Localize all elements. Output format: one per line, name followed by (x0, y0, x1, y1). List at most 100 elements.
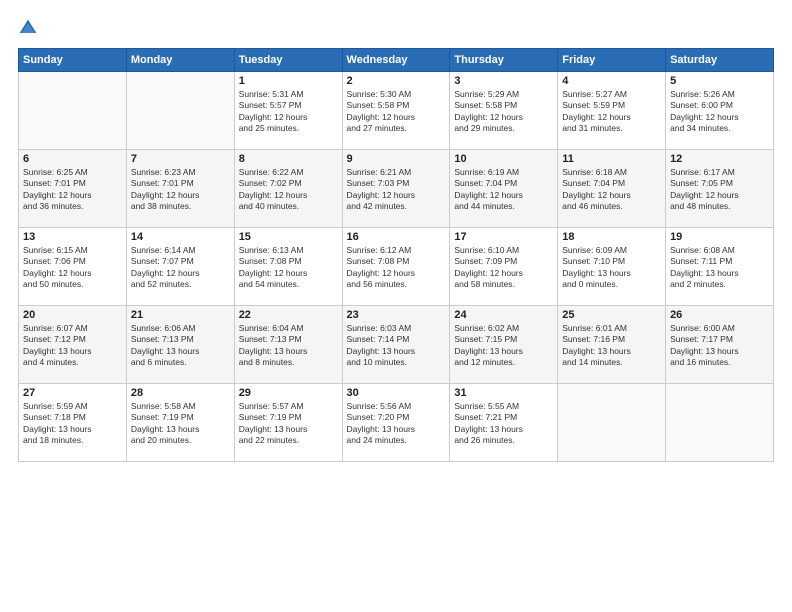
cell-content: Sunrise: 6:09 AM Sunset: 7:10 PM Dayligh… (562, 245, 661, 291)
day-number: 17 (454, 231, 553, 243)
day-number: 9 (347, 153, 446, 165)
calendar-table: SundayMondayTuesdayWednesdayThursdayFrid… (18, 48, 774, 462)
weekday-saturday: Saturday (666, 49, 774, 72)
cell-content: Sunrise: 6:03 AM Sunset: 7:14 PM Dayligh… (347, 323, 446, 369)
day-number: 20 (23, 309, 122, 321)
calendar-week-5: 27 Sunrise: 5:59 AM Sunset: 7:18 PM Dayli… (19, 384, 774, 462)
calendar-cell: 5 Sunrise: 5:26 AM Sunset: 6:00 PM Daylig… (666, 72, 774, 150)
day-number: 8 (239, 153, 338, 165)
calendar-cell: 23Sunrise: 6:03 AM Sunset: 7:14 PM Dayli… (342, 306, 450, 384)
calendar-cell: 29 Sunrise: 5:57 AM Sunset: 7:19 PM Dayli… (234, 384, 342, 462)
calendar-cell: 15 Sunrise: 6:13 AM Sunset: 7:08 PM Dayli… (234, 228, 342, 306)
logo (18, 18, 42, 38)
calendar-cell: 6 Sunrise: 6:25 AM Sunset: 7:01 PM Daylig… (19, 150, 127, 228)
weekday-thursday: Thursday (450, 49, 558, 72)
day-number: 2 (347, 75, 446, 87)
calendar-cell: 7 Sunrise: 6:23 AM Sunset: 7:01 PM Daylig… (126, 150, 234, 228)
calendar-week-3: 13 Sunrise: 6:15 AM Sunset: 7:06 PM Dayli… (19, 228, 774, 306)
day-number: 16 (347, 231, 446, 243)
cell-content: Sunrise: 5:30 AM Sunset: 5:58 PM Dayligh… (347, 89, 446, 135)
weekday-monday: Monday (126, 49, 234, 72)
day-number: 29 (239, 387, 338, 399)
day-number: 31 (454, 387, 553, 399)
cell-content: Sunrise: 6:06 AM Sunset: 7:13 PM Dayligh… (131, 323, 230, 369)
calendar-cell: 8 Sunrise: 6:22 AM Sunset: 7:02 PM Daylig… (234, 150, 342, 228)
calendar-cell (558, 384, 666, 462)
cell-content: Sunrise: 6:15 AM Sunset: 7:06 PM Dayligh… (23, 245, 122, 291)
calendar-cell: 12 Sunrise: 6:17 AM Sunset: 7:05 PM Dayli… (666, 150, 774, 228)
day-number: 14 (131, 231, 230, 243)
cell-content: Sunrise: 6:13 AM Sunset: 7:08 PM Dayligh… (239, 245, 338, 291)
calendar-cell: 9Sunrise: 6:21 AM Sunset: 7:03 PM Daylig… (342, 150, 450, 228)
cell-content: Sunrise: 5:57 AM Sunset: 7:19 PM Dayligh… (239, 401, 338, 447)
calendar-cell (666, 384, 774, 462)
calendar-cell: 1 Sunrise: 5:31 AM Sunset: 5:57 PM Daylig… (234, 72, 342, 150)
cell-content: Sunrise: 5:31 AM Sunset: 5:57 PM Dayligh… (239, 89, 338, 135)
cell-content: Sunrise: 6:19 AM Sunset: 7:04 PM Dayligh… (454, 167, 553, 213)
cell-content: Sunrise: 6:12 AM Sunset: 7:08 PM Dayligh… (347, 245, 446, 291)
calendar-cell: 22 Sunrise: 6:04 AM Sunset: 7:13 PM Dayli… (234, 306, 342, 384)
cell-content: Sunrise: 6:02 AM Sunset: 7:15 PM Dayligh… (454, 323, 553, 369)
day-number: 15 (239, 231, 338, 243)
day-number: 10 (454, 153, 553, 165)
day-number: 7 (131, 153, 230, 165)
calendar-cell: 4Sunrise: 5:27 AM Sunset: 5:59 PM Daylig… (558, 72, 666, 150)
cell-content: Sunrise: 5:58 AM Sunset: 7:19 PM Dayligh… (131, 401, 230, 447)
cell-content: Sunrise: 6:04 AM Sunset: 7:13 PM Dayligh… (239, 323, 338, 369)
cell-content: Sunrise: 5:59 AM Sunset: 7:18 PM Dayligh… (23, 401, 122, 447)
day-number: 13 (23, 231, 122, 243)
cell-content: Sunrise: 6:17 AM Sunset: 7:05 PM Dayligh… (670, 167, 769, 213)
cell-content: Sunrise: 6:01 AM Sunset: 7:16 PM Dayligh… (562, 323, 661, 369)
calendar-page: SundayMondayTuesdayWednesdayThursdayFrid… (0, 0, 792, 612)
calendar-cell: 13 Sunrise: 6:15 AM Sunset: 7:06 PM Dayli… (19, 228, 127, 306)
weekday-wednesday: Wednesday (342, 49, 450, 72)
day-number: 6 (23, 153, 122, 165)
cell-content: Sunrise: 6:07 AM Sunset: 7:12 PM Dayligh… (23, 323, 122, 369)
cell-content: Sunrise: 6:22 AM Sunset: 7:02 PM Dayligh… (239, 167, 338, 213)
calendar-cell: 16 Sunrise: 6:12 AM Sunset: 7:08 PM Dayli… (342, 228, 450, 306)
day-number: 25 (562, 309, 661, 321)
calendar-cell: 14Sunrise: 6:14 AM Sunset: 7:07 PM Dayli… (126, 228, 234, 306)
calendar-cell: 26Sunrise: 6:00 AM Sunset: 7:17 PM Dayli… (666, 306, 774, 384)
calendar-cell: 24 Sunrise: 6:02 AM Sunset: 7:15 PM Dayli… (450, 306, 558, 384)
day-number: 1 (239, 75, 338, 87)
calendar-cell: 11 Sunrise: 6:18 AM Sunset: 7:04 PM Dayli… (558, 150, 666, 228)
cell-content: Sunrise: 6:25 AM Sunset: 7:01 PM Dayligh… (23, 167, 122, 213)
cell-content: Sunrise: 6:18 AM Sunset: 7:04 PM Dayligh… (562, 167, 661, 213)
cell-content: Sunrise: 6:00 AM Sunset: 7:17 PM Dayligh… (670, 323, 769, 369)
weekday-header-row: SundayMondayTuesdayWednesdayThursdayFrid… (19, 49, 774, 72)
calendar-cell: 30Sunrise: 5:56 AM Sunset: 7:20 PM Dayli… (342, 384, 450, 462)
calendar-cell: 21 Sunrise: 6:06 AM Sunset: 7:13 PM Dayli… (126, 306, 234, 384)
day-number: 11 (562, 153, 661, 165)
calendar-cell: 28 Sunrise: 5:58 AM Sunset: 7:19 PM Dayli… (126, 384, 234, 462)
day-number: 21 (131, 309, 230, 321)
calendar-cell: 27 Sunrise: 5:59 AM Sunset: 7:18 PM Dayli… (19, 384, 127, 462)
cell-content: Sunrise: 5:26 AM Sunset: 6:00 PM Dayligh… (670, 89, 769, 135)
calendar-cell: 10 Sunrise: 6:19 AM Sunset: 7:04 PM Dayli… (450, 150, 558, 228)
day-number: 18 (562, 231, 661, 243)
day-number: 27 (23, 387, 122, 399)
day-number: 28 (131, 387, 230, 399)
day-number: 3 (454, 75, 553, 87)
day-number: 5 (670, 75, 769, 87)
calendar-cell (126, 72, 234, 150)
day-number: 22 (239, 309, 338, 321)
cell-content: Sunrise: 6:23 AM Sunset: 7:01 PM Dayligh… (131, 167, 230, 213)
day-number: 12 (670, 153, 769, 165)
day-number: 24 (454, 309, 553, 321)
calendar-cell: 18 Sunrise: 6:09 AM Sunset: 7:10 PM Dayli… (558, 228, 666, 306)
day-number: 30 (347, 387, 446, 399)
calendar-cell: 31 Sunrise: 5:55 AM Sunset: 7:21 PM Dayli… (450, 384, 558, 462)
cell-content: Sunrise: 5:29 AM Sunset: 5:58 PM Dayligh… (454, 89, 553, 135)
logo-icon (18, 18, 38, 38)
day-number: 4 (562, 75, 661, 87)
calendar-week-4: 20 Sunrise: 6:07 AM Sunset: 7:12 PM Dayli… (19, 306, 774, 384)
calendar-cell: 25 Sunrise: 6:01 AM Sunset: 7:16 PM Dayli… (558, 306, 666, 384)
calendar-cell: 20 Sunrise: 6:07 AM Sunset: 7:12 PM Dayli… (19, 306, 127, 384)
calendar-cell: 2 Sunrise: 5:30 AM Sunset: 5:58 PM Daylig… (342, 72, 450, 150)
calendar-cell: 3 Sunrise: 5:29 AM Sunset: 5:58 PM Daylig… (450, 72, 558, 150)
weekday-sunday: Sunday (19, 49, 127, 72)
weekday-friday: Friday (558, 49, 666, 72)
cell-content: Sunrise: 5:55 AM Sunset: 7:21 PM Dayligh… (454, 401, 553, 447)
calendar-week-1: 1 Sunrise: 5:31 AM Sunset: 5:57 PM Daylig… (19, 72, 774, 150)
